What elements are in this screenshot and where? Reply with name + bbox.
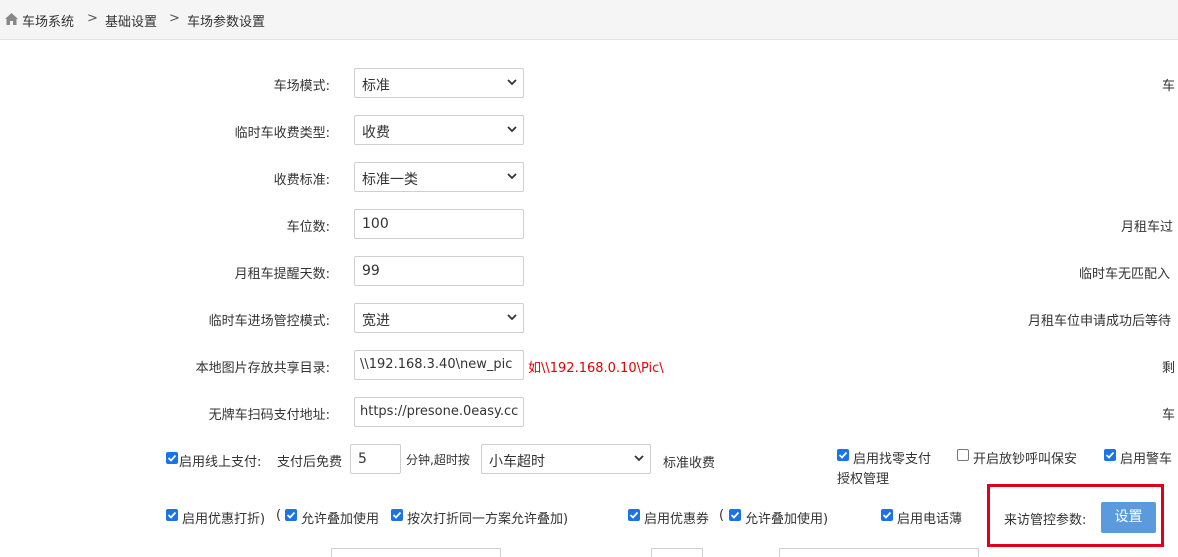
right-label-4: 月租车位申请成功后等待	[1028, 314, 1172, 329]
temp-entry-mode-label: 临时车进场管控模式:	[208, 314, 330, 329]
chevron-down-icon	[507, 126, 517, 133]
space-count-input[interactable]: 100	[354, 209, 524, 239]
overtime-mode-select[interactable]: 小车超时	[481, 444, 651, 474]
park-mode-select[interactable]: 标准	[354, 68, 524, 98]
temp-entry-mode-select[interactable]: 宽进	[354, 303, 524, 333]
chevron-down-icon	[507, 79, 517, 86]
right-label-1: 车	[1162, 79, 1176, 94]
discount-checkbox[interactable]	[166, 509, 178, 521]
phonebook-label: 启用电话薄	[897, 512, 963, 527]
temp-entry-mode-value: 宽进	[362, 313, 390, 329]
image-dir-hint: 如\\192.168.0.10\Pic\	[528, 361, 664, 376]
chevron-down-icon	[507, 173, 517, 180]
park-mode-value: 标准	[362, 78, 390, 94]
visitor-settings-button[interactable]: 设置	[1101, 502, 1156, 533]
coupon-stack-label: 允许叠加使用)	[745, 512, 829, 527]
space-count-label: 车位数:	[286, 220, 330, 235]
coupon-open-paren: (	[719, 508, 725, 523]
coupon-label: 启用优惠券	[644, 512, 710, 527]
breadcrumb-sep: >	[169, 11, 180, 26]
chevron-down-icon	[634, 455, 644, 462]
change-pay-checkbox[interactable]	[837, 449, 849, 461]
fee-standard-select[interactable]: 标准一类	[354, 162, 524, 192]
right-label-3: 临时车无匹配入	[1079, 267, 1171, 282]
image-dir-input[interactable]: \\192.168.3.40\new_pic	[354, 350, 524, 380]
breadcrumb-current: 车场参数设置	[187, 15, 266, 30]
cash-call-label: 开启放钞呼叫保安	[973, 452, 1078, 467]
open-paren: (	[276, 508, 282, 523]
check-icon	[838, 451, 848, 459]
change-pay-label: 启用找零支付	[853, 452, 932, 467]
right-label-6: 车	[1162, 408, 1176, 423]
online-pay-checkbox[interactable]	[166, 452, 178, 464]
phonebook-checkbox[interactable]	[881, 509, 893, 521]
breadcrumb-basic-settings[interactable]: 基础设置	[105, 11, 157, 30]
check-icon	[730, 511, 740, 519]
breadcrumb-home[interactable]: 车场系统	[22, 11, 74, 30]
right-label-5: 剩	[1162, 361, 1176, 376]
overtime-mode-value: 小车超时	[489, 454, 545, 470]
free-minutes-input[interactable]: 5	[350, 444, 401, 474]
allow-stack-label: 允许叠加使用	[301, 512, 380, 527]
police-car-label: 启用警车	[1120, 452, 1173, 467]
auth-manage-label[interactable]: 授权管理	[837, 468, 889, 487]
coupon-checkbox[interactable]	[628, 509, 640, 521]
allow-stack-checkbox[interactable]	[285, 509, 297, 521]
check-icon	[392, 511, 402, 519]
breadcrumb: 车场系统 > 基础设置 > 车场参数设置	[0, 0, 1178, 40]
temp-fee-type-select[interactable]: 收费	[354, 115, 524, 145]
check-icon	[882, 511, 892, 519]
check-icon	[629, 511, 639, 519]
discount-label: 启用优惠打折)	[182, 512, 266, 527]
image-dir-label: 本地图片存放共享目录:	[195, 361, 330, 376]
cash-call-checkbox[interactable]	[957, 449, 969, 461]
right-label-2: 月租车过	[1121, 220, 1174, 235]
home-icon	[5, 13, 18, 25]
fee-standard-value: 标准一类	[362, 172, 418, 188]
standard-fee-text: 标准收费	[663, 456, 716, 471]
allow-stack-same-checkbox[interactable]	[391, 509, 403, 521]
pay-url-label: 无牌车扫码支付地址:	[208, 408, 330, 423]
coupon-stack-checkbox[interactable]	[729, 509, 741, 521]
police-car-checkbox[interactable]	[1104, 449, 1116, 461]
chevron-down-icon	[507, 314, 517, 321]
check-icon	[1105, 451, 1115, 459]
allow-stack-same-label: 按次打折同一方案允许叠加)	[407, 512, 569, 527]
check-icon	[286, 511, 296, 519]
park-mode-label: 车场模式:	[273, 79, 330, 94]
temp-fee-type-value: 收费	[362, 125, 390, 141]
breadcrumb-sep: >	[87, 11, 98, 26]
pay-url-input[interactable]: https://presone.0easy.cc	[354, 397, 524, 427]
temp-fee-type-label: 临时车收费类型:	[234, 126, 330, 141]
free-prefix-text: 支付后免费	[277, 455, 343, 470]
online-pay-label: 启用线上支付:	[179, 455, 262, 470]
minute-suffix-text: 分钟,超时按	[406, 453, 470, 467]
check-icon	[167, 511, 177, 519]
monthly-remind-label: 月租车提醒天数:	[234, 267, 330, 282]
visitor-control-label: 来访管控参数:	[1004, 513, 1087, 528]
check-icon	[167, 454, 177, 462]
fee-standard-label: 收费标准:	[273, 173, 330, 188]
monthly-remind-input[interactable]: 99	[354, 256, 524, 286]
